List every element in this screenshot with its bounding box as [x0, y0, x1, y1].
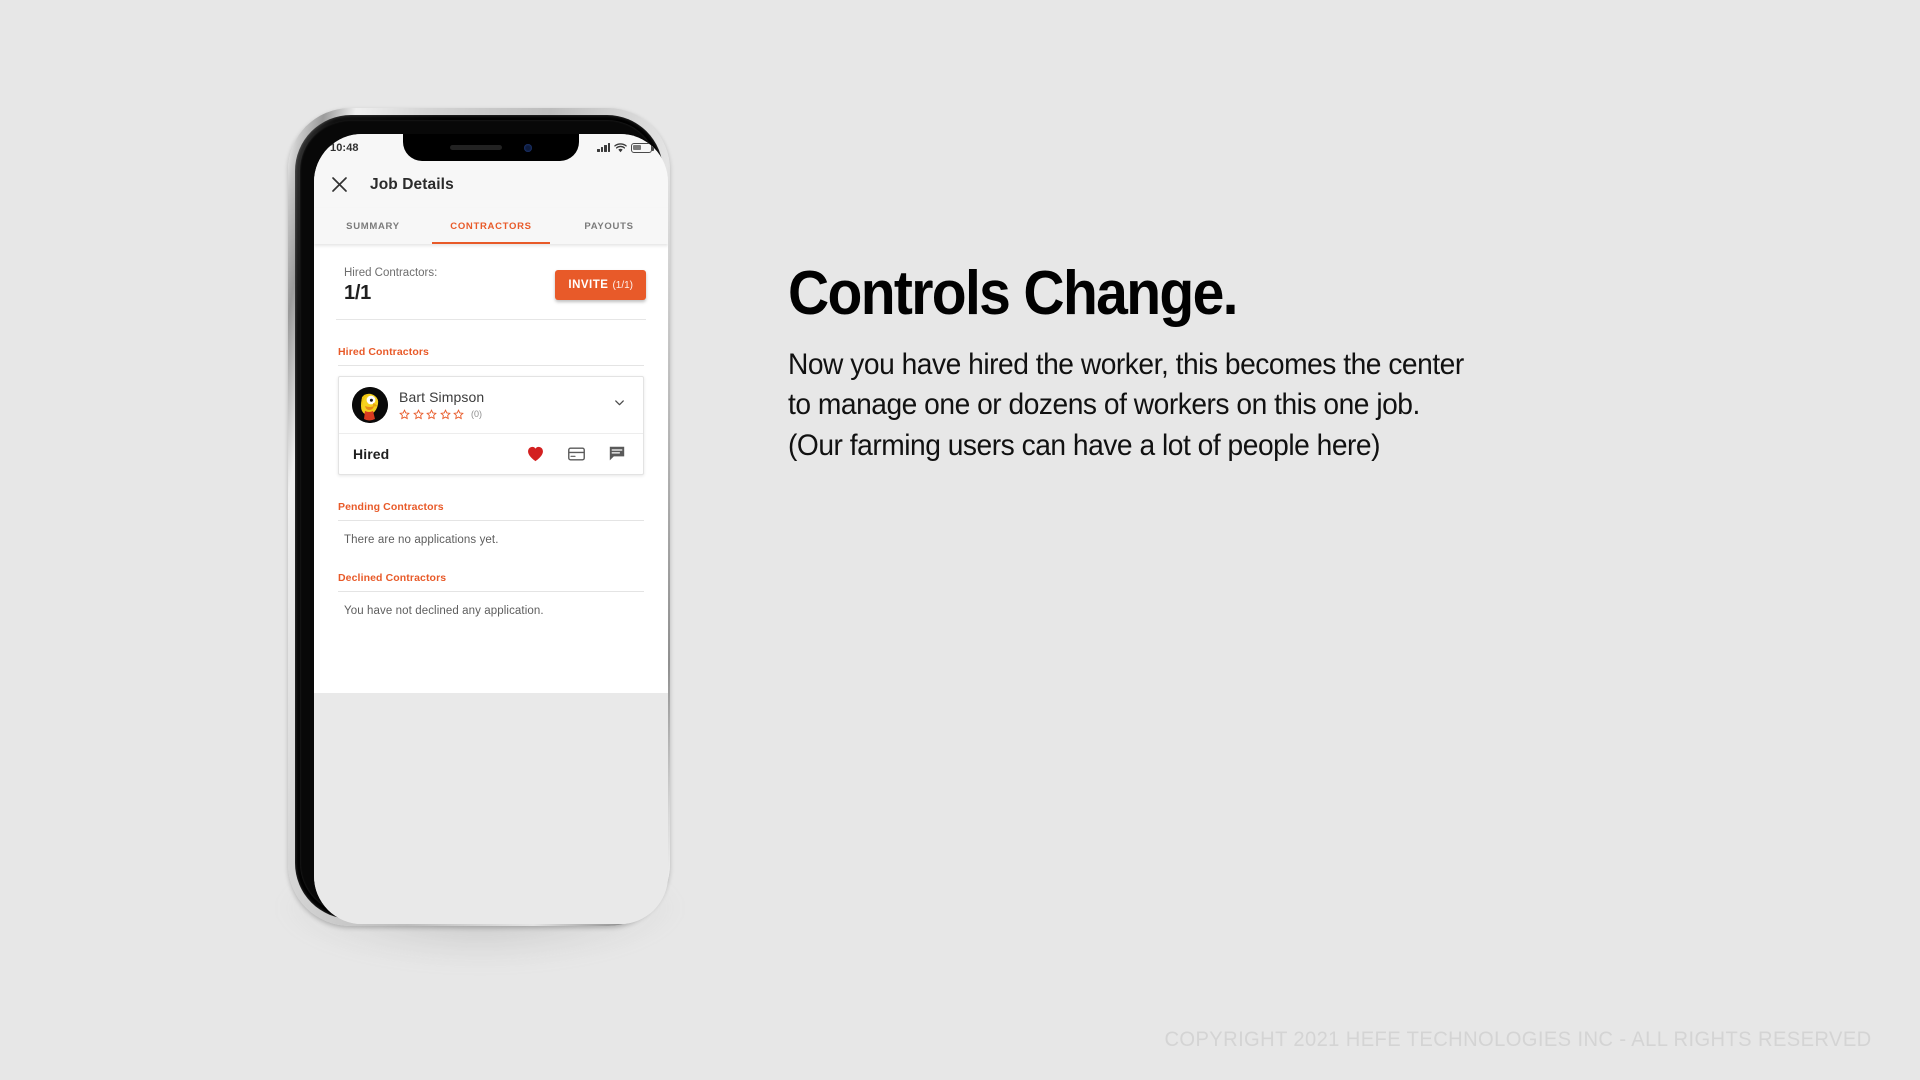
status-bar-time: 10:48 — [330, 141, 359, 154]
slide-body-line-1: Now you have hired the worker, this beco… — [788, 348, 1464, 381]
slide-copy: Controls Change. Now you have hired the … — [788, 263, 1828, 466]
earpiece-speaker-icon — [450, 145, 502, 150]
section-rule-hired — [338, 364, 644, 366]
star-icon — [399, 408, 410, 420]
tab-contractors[interactable]: CONTRACTORS — [432, 208, 550, 244]
avatar — [352, 386, 388, 423]
battery-icon — [631, 142, 655, 153]
pending-empty-message: There are no applications yet. — [344, 533, 499, 546]
content-sheet: Hired Contractors: 1/1 INVITE (1/1) Hire… — [314, 244, 668, 693]
star-icon — [439, 408, 451, 420]
declined-empty-message: You have not declined any application. — [344, 604, 544, 617]
contractor-card[interactable]: Bart Simpson (0) Hired — [338, 375, 644, 475]
invite-button-count: (1/1) — [612, 280, 633, 292]
hired-counter-row: Hired Contractors: 1/1 INVITE (1/1) — [314, 244, 668, 319]
contractor-rating: (0) — [399, 408, 597, 420]
phone-notch — [403, 134, 579, 161]
chevron-down-icon[interactable] — [608, 395, 631, 415]
slide-body-line-3: (Our farming users can have a lot of peo… — [788, 428, 1381, 462]
contractor-identity: Bart Simpson (0) — [399, 389, 597, 420]
star-icon — [426, 408, 437, 420]
front-camera-icon — [524, 143, 532, 152]
credit-card-icon[interactable] — [568, 447, 585, 461]
invite-button[interactable]: INVITE (1/1) — [555, 270, 646, 301]
star-icon — [412, 408, 424, 420]
hired-counter-label: Hired Contractors: — [344, 267, 438, 279]
app-bar: Job Details — [314, 161, 668, 208]
phone-mockup: 10:48 Job Details SUMMARY CONTRACTORS PA… — [262, 108, 702, 978]
signal-bars-icon — [597, 143, 610, 152]
slide-body-line-2: to manage one or dozens of workers on th… — [788, 388, 1420, 422]
contractor-card-footer: Hired — [339, 434, 643, 474]
status-bar-icons — [597, 142, 655, 153]
wifi-icon — [614, 142, 627, 152]
star-rating — [399, 408, 464, 420]
contractor-name: Bart Simpson — [399, 389, 485, 406]
heart-icon[interactable] — [527, 446, 544, 462]
phone-bezel: 10:48 Job Details SUMMARY CONTRACTORS PA… — [295, 115, 668, 924]
section-heading-pending: Pending Contractors — [338, 500, 444, 513]
page-title: Job Details — [370, 175, 454, 193]
hired-counter: Hired Contractors: 1/1 — [344, 266, 437, 305]
tab-bar: SUMMARY CONTRACTORS PAYOUTS — [314, 208, 668, 244]
rating-count: (0) — [471, 409, 482, 420]
tab-summary[interactable]: SUMMARY — [314, 208, 432, 244]
close-icon[interactable] — [328, 174, 350, 196]
contractor-card-header[interactable]: Bart Simpson (0) — [339, 377, 643, 434]
section-heading-hired: Hired Contractors — [338, 345, 429, 358]
status-badge: Hired — [353, 445, 390, 462]
hired-counter-value: 1/1 — [344, 281, 371, 304]
invite-button-label: INVITE — [568, 279, 609, 292]
copyright-notice: COPYRIGHT 2021 HEFE TECHNOLOGIES INC - A… — [1164, 1028, 1872, 1051]
contractor-actions — [527, 446, 629, 462]
slide-body: Now you have hired the worker, this beco… — [788, 345, 1781, 466]
phone-screen: 10:48 Job Details SUMMARY CONTRACTORS PA… — [314, 134, 668, 924]
phone-inner-ring: 10:48 Job Details SUMMARY CONTRACTORS PA… — [300, 120, 668, 924]
chat-icon[interactable] — [609, 446, 625, 462]
tab-content-contractors: Hired Contractors: 1/1 INVITE (1/1) Hire… — [314, 244, 668, 924]
section-heading-declined: Declined Contractors — [338, 571, 447, 584]
slide-headline: Controls Change. — [788, 259, 1239, 328]
tab-payouts[interactable]: PAYOUTS — [550, 208, 668, 244]
star-icon — [453, 408, 464, 420]
phone-frame: 10:48 Job Details SUMMARY CONTRACTORS PA… — [288, 108, 670, 926]
